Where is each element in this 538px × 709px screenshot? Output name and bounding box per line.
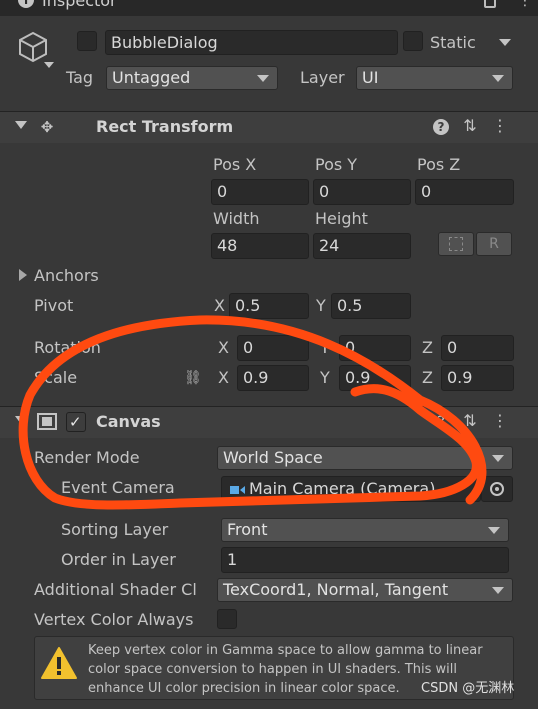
inspector-tab-title[interactable]: Inspector [42,0,117,10]
help-icon[interactable]: ? [433,119,449,135]
icon-picker-caret-icon[interactable] [44,62,54,68]
anchors-foldout-arrow-icon[interactable] [19,269,27,281]
pos-x-label: Pos X [213,155,257,174]
height-input[interactable]: 24 [313,233,411,259]
scale-label: Scale [34,368,78,387]
width-input[interactable]: 48 [211,233,309,259]
presets-icon[interactable]: ⇅ [460,116,480,136]
rotation-z-label: Z [422,338,433,357]
canvas-presets-icon[interactable]: ⇅ [460,411,480,431]
height-label: Height [315,209,368,228]
additional-shader-label: Additional Shader Cl [34,580,197,599]
object-picker-button[interactable] [481,476,513,502]
vertex-color-label: Vertex Color Always [34,610,194,629]
canvas-title: Canvas [96,412,161,431]
pivot-x-label: X [214,296,225,315]
scale-x-input[interactable]: 0.9 [237,365,309,391]
target-dot [495,487,499,491]
dashed-square-icon [449,237,463,251]
watermark: CSDN @无渊林 [421,681,515,696]
tag-dropdown-value: Untagged [112,68,191,87]
canvas-inner-square [42,417,52,426]
tag-label: Tag [66,68,94,87]
rotation-label: Rotation [34,338,101,357]
pivot-y-input[interactable]: 0.5 [331,293,411,319]
sorting-layer-label: Sorting Layer [61,520,169,539]
rect-transform-title: Rect Transform [96,117,234,136]
pos-y-input[interactable]: 0 [313,179,411,205]
lock-icon[interactable] [484,0,496,8]
camera-icon [230,485,239,494]
sorting-layer-dropdown[interactable]: Front [221,518,509,542]
component-menu-icon[interactable]: ⋮ [492,116,508,136]
rotation-y-label: Y [320,338,330,357]
active-toggle-checkbox[interactable] [77,31,97,51]
pivot-x-input[interactable]: 0.5 [229,293,309,319]
static-dropdown-caret-icon[interactable] [499,39,511,46]
chevron-down-icon [492,587,504,594]
chevron-down-icon [488,527,500,534]
rotation-z-input[interactable]: 0 [441,335,514,361]
gameobject-cube-icon [19,31,47,63]
object-name-input[interactable]: BubbleDialog [105,30,398,55]
width-label: Width [213,209,260,228]
render-mode-label: Render Mode [34,448,140,467]
chevron-down-icon [492,455,504,462]
static-checkbox[interactable] [403,31,423,51]
additional-shader-dropdown[interactable]: TexCoord1, Normal, Tangent [217,578,513,602]
pos-x-input[interactable]: 0 [211,179,309,205]
scale-y-label: Y [320,368,330,387]
canvas-component-menu-icon[interactable]: ⋮ [492,411,508,431]
layer-label: Layer [300,68,345,87]
static-label: Static [430,33,476,52]
canvas-enabled-checkbox[interactable]: ✓ [66,412,86,432]
additional-shader-value: TexCoord1, Normal, Tangent [223,580,449,599]
rotation-y-input[interactable]: 0 [339,335,411,361]
scale-z-input[interactable]: 0.9 [441,365,514,391]
render-mode-dropdown[interactable]: World Space [217,446,513,470]
pivot-label: Pivot [34,296,74,315]
constrain-proportions-icon[interactable]: ⛓ [184,368,202,388]
sorting-layer-value: Front [227,520,268,539]
render-mode-value: World Space [223,448,323,467]
order-in-layer-input[interactable]: 1 [221,547,509,573]
vertex-color-checkbox[interactable] [217,609,237,629]
pos-z-input[interactable]: 0 [415,179,514,205]
target-circle-icon [490,482,504,496]
rect-transform-icon: ✥ [40,118,54,136]
foldout-arrow-icon[interactable] [15,121,27,129]
checkmark-icon: ✓ [69,413,82,431]
scale-z-label: Z [422,368,433,387]
scale-x-label: X [218,368,229,387]
canvas-help-icon[interactable]: ? [431,412,451,432]
pos-z-label: Pos Z [417,155,461,174]
rotation-x-input[interactable]: 0 [237,335,309,361]
canvas-foldout-arrow-icon[interactable] [15,416,27,424]
kebab-menu-icon[interactable]: ⋮ [518,0,532,8]
anchors-label[interactable]: Anchors [34,266,99,286]
layer-dropdown[interactable]: UI [356,66,513,90]
scale-y-input[interactable]: 0.9 [339,365,411,391]
rect-transform-header[interactable] [0,111,538,143]
tag-dropdown[interactable]: Untagged [106,66,278,90]
raw-edit-button[interactable]: R [476,232,512,256]
blueprint-mode-button[interactable] [438,232,474,256]
warning-icon [41,647,77,679]
event-camera-value: Main Camera (Camera) [249,479,436,498]
layer-dropdown-value: UI [362,68,379,87]
chevron-down-icon [492,75,504,82]
event-camera-field[interactable]: Main Camera (Camera) [221,476,481,502]
pos-y-label: Pos Y [315,155,358,174]
rotation-x-label: X [218,338,229,357]
event-camera-label: Event Camera [61,478,175,497]
camera-lens-icon [240,485,245,494]
canvas-component-icon [37,413,57,430]
pivot-y-label: Y [316,296,326,315]
chevron-down-icon [257,75,269,82]
order-in-layer-label: Order in Layer [61,550,176,569]
